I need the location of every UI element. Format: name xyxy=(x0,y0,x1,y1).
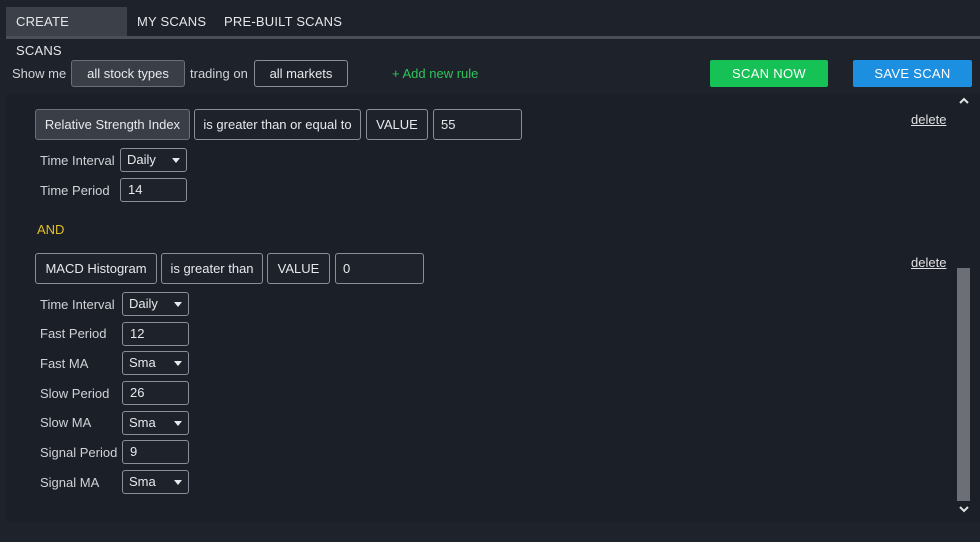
rule-2-fast-ma-value: Sma xyxy=(129,355,156,370)
tab-bar: CREATE SCANS MY SCANS PRE-BUILT SCANS xyxy=(6,7,980,58)
scroll-up-icon[interactable] xyxy=(957,95,971,109)
tab-my-scans[interactable]: MY SCANS xyxy=(127,7,216,36)
scrollbar-thumb[interactable] xyxy=(957,268,970,501)
rule-2-signal-ma-select[interactable]: Sma xyxy=(122,470,189,494)
rule-2-time-interval-select[interactable]: Daily xyxy=(122,292,189,316)
add-new-rule-link[interactable]: + Add new rule xyxy=(392,66,478,81)
rule-2-param-label: Slow MA xyxy=(40,415,92,430)
rule-2-param-label: Fast MA xyxy=(40,356,89,371)
rule-2-param-label: Fast Period xyxy=(40,326,107,341)
rule-2-slow-ma-value: Sma xyxy=(129,415,156,430)
rule-1-time-period-input[interactable]: 14 xyxy=(120,178,187,202)
tab-create-scans[interactable]: CREATE SCANS xyxy=(6,7,127,58)
chevron-down-icon xyxy=(172,158,180,163)
chevron-down-icon xyxy=(174,302,182,307)
rule-1-delete-link[interactable]: delete xyxy=(911,112,946,127)
rule-1-param-label: Time Interval xyxy=(40,153,115,168)
rule-2-value-input[interactable]: 0 xyxy=(335,253,424,284)
rule-2-param-label: Slow Period xyxy=(40,386,110,401)
rule-2-slow-ma-select[interactable]: Sma xyxy=(122,411,189,435)
rule-1-time-interval-value: Daily xyxy=(127,152,156,167)
rule-2-delete-link[interactable]: delete xyxy=(911,255,946,270)
rule-1-operator-button[interactable]: is greater than or equal to xyxy=(194,109,361,140)
rule-1-indicator-button[interactable]: Relative Strength Index xyxy=(35,109,190,140)
show-me-label: Show me xyxy=(12,66,67,81)
tab-pre-built-scans[interactable]: PRE-BUILT SCANS xyxy=(214,7,352,36)
rule-2-slow-period-input[interactable]: 26 xyxy=(122,381,189,405)
trading-on-label: trading on xyxy=(190,66,248,81)
rule-2-param-label: Time Interval xyxy=(40,297,115,312)
rule-2-operator-button[interactable]: is greater than xyxy=(161,253,263,284)
save-scan-button[interactable]: SAVE SCAN xyxy=(853,60,972,87)
rule-1-compare-type-button[interactable]: VALUE xyxy=(366,109,428,140)
rule-2-indicator-button[interactable]: MACD Histogram xyxy=(35,253,157,284)
rule-2-param-label: Signal Period xyxy=(40,445,118,460)
rule-2-time-interval-value: Daily xyxy=(129,296,158,311)
scroll-down-icon[interactable] xyxy=(957,503,971,517)
rule-1-time-interval-select[interactable]: Daily xyxy=(120,148,187,172)
chevron-down-icon xyxy=(174,361,182,366)
rule-2-param-label: Signal MA xyxy=(40,475,100,490)
chevron-down-icon xyxy=(174,480,182,485)
and-connector: AND xyxy=(37,222,65,237)
scan-now-button[interactable]: SCAN NOW xyxy=(710,60,828,87)
rule-2-fast-ma-select[interactable]: Sma xyxy=(122,351,189,375)
markets-button[interactable]: all markets xyxy=(254,60,348,87)
rule-2-fast-period-input[interactable]: 12 xyxy=(122,322,189,346)
rule-2-signal-period-input[interactable]: 9 xyxy=(122,440,189,464)
rule-2-signal-ma-value: Sma xyxy=(129,474,156,489)
rule-1-value-input[interactable]: 55 xyxy=(433,109,522,140)
rule-2-compare-type-button[interactable]: VALUE xyxy=(267,253,330,284)
stock-types-button[interactable]: all stock types xyxy=(71,60,185,87)
rule-1-param-label: Time Period xyxy=(40,183,110,198)
chevron-down-icon xyxy=(174,421,182,426)
